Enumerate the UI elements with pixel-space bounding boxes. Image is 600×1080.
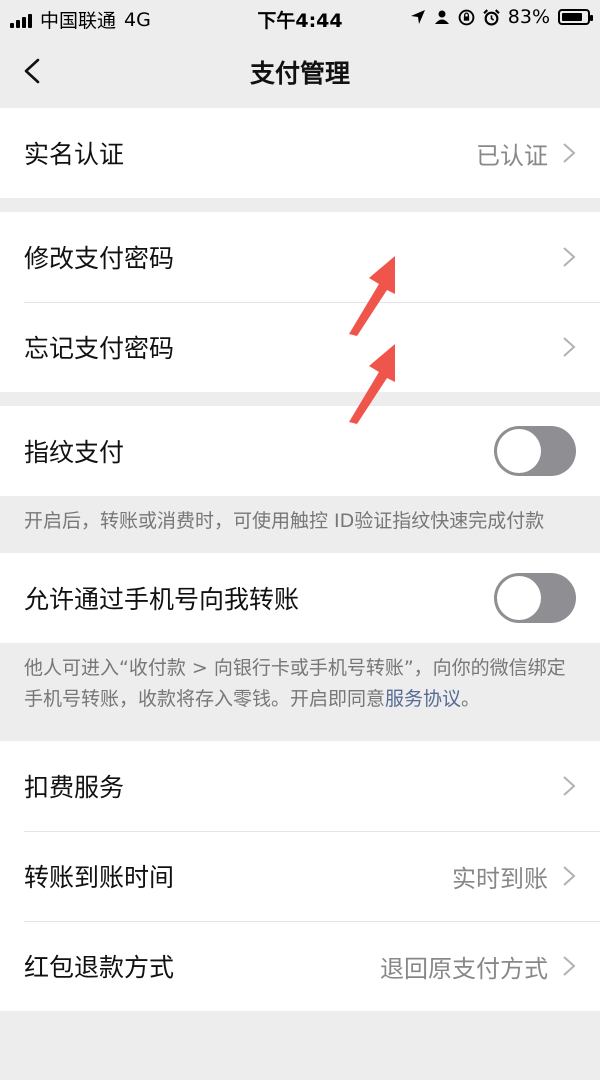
password-group: 修改支付密码 忘记支付密码 — [0, 212, 600, 392]
status-bar: 中国联通 4G 下午4:44 83% — [0, 0, 600, 36]
row-label: 修改支付密码 — [24, 244, 175, 273]
row-real-name-verification[interactable]: 实名认证 已认证 — [0, 108, 600, 198]
annotation-arrow-icon — [349, 344, 395, 424]
toggle-knob — [497, 429, 541, 473]
rotation-lock-icon — [458, 9, 475, 25]
note-end: 。 — [461, 688, 481, 710]
battery-icon — [558, 9, 593, 25]
navigation-bar: 支付管理 — [0, 36, 600, 108]
row-label: 允许通过手机号向我转账 — [24, 585, 300, 614]
person-icon — [434, 10, 449, 24]
annotation-arrow-icon — [349, 256, 395, 336]
service-agreement-link[interactable]: 服务协议 — [385, 688, 461, 710]
chevron-right-icon — [563, 143, 576, 163]
note-text: 他人可进入“收付款 > 向银行卡或手机号转账”，向你的微信绑定手机号转账，收款将… — [24, 657, 566, 710]
row-fingerprint-pay: 指纹支付 — [0, 406, 600, 496]
row-value: 实时到账 — [452, 864, 548, 893]
row-label: 指纹支付 — [24, 438, 125, 467]
row-value: 退回原支付方式 — [380, 954, 548, 983]
identity-group: 实名认证 已认证 — [0, 108, 600, 198]
row-label: 扣费服务 — [24, 773, 125, 802]
row-deduction-service[interactable]: 扣费服务 — [0, 741, 600, 831]
battery-percent: 83% — [507, 6, 550, 28]
chevron-right-icon — [563, 247, 576, 267]
row-label: 忘记支付密码 — [24, 334, 175, 363]
row-label: 实名认证 — [24, 140, 125, 169]
row-label: 红包退款方式 — [24, 953, 175, 982]
phone-transfer-group: 允许通过手机号向我转账 — [0, 553, 600, 643]
chevron-right-icon — [563, 866, 576, 886]
location-icon — [410, 10, 425, 24]
row-transfer-arrival-time[interactable]: 转账到账时间 实时到账 — [0, 831, 600, 921]
alarm-icon — [483, 8, 500, 25]
page-title: 支付管理 — [249, 59, 350, 88]
fingerprint-group: 指纹支付 — [0, 406, 600, 496]
chevron-right-icon — [563, 956, 576, 976]
phone-transfer-toggle[interactable] — [494, 573, 576, 623]
chevron-right-icon — [563, 337, 576, 357]
fingerprint-note: 开启后，转账或消费时，可使用触控 ID验证指纹快速完成付款 — [24, 510, 545, 532]
status-right: 83% — [410, 6, 593, 28]
chevron-right-icon — [563, 776, 576, 796]
services-group: 扣费服务 转账到账时间 实时到账 红包退款方式 退回原支付方式 — [0, 741, 600, 1011]
row-allow-phone-transfer: 允许通过手机号向我转账 — [0, 553, 600, 643]
fingerprint-toggle[interactable] — [494, 426, 576, 476]
row-label: 转账到账时间 — [24, 863, 175, 892]
row-value: 已认证 — [476, 141, 548, 170]
toggle-knob — [497, 576, 541, 620]
row-forgot-pay-password[interactable]: 忘记支付密码 — [0, 302, 600, 392]
row-red-packet-refund[interactable]: 红包退款方式 退回原支付方式 — [0, 921, 600, 1011]
battery-fill — [562, 13, 582, 21]
phone-transfer-note: 他人可进入“收付款 > 向银行卡或手机号转账”，向你的微信绑定手机号转账，收款将… — [0, 643, 600, 731]
row-change-pay-password[interactable]: 修改支付密码 — [0, 212, 600, 302]
